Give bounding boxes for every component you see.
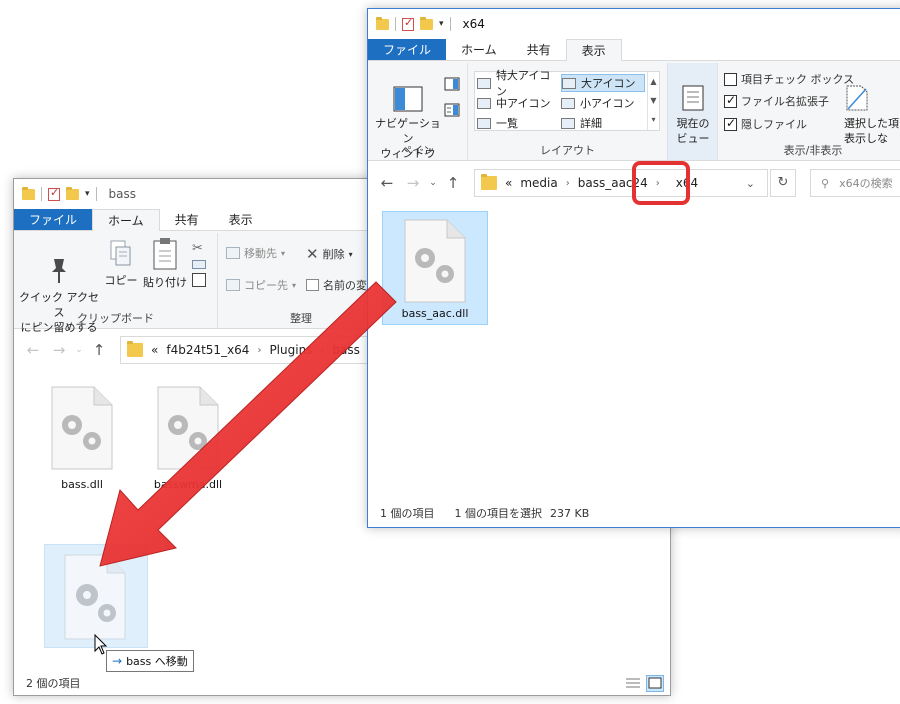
drag-direction-arrow xyxy=(99,281,397,567)
